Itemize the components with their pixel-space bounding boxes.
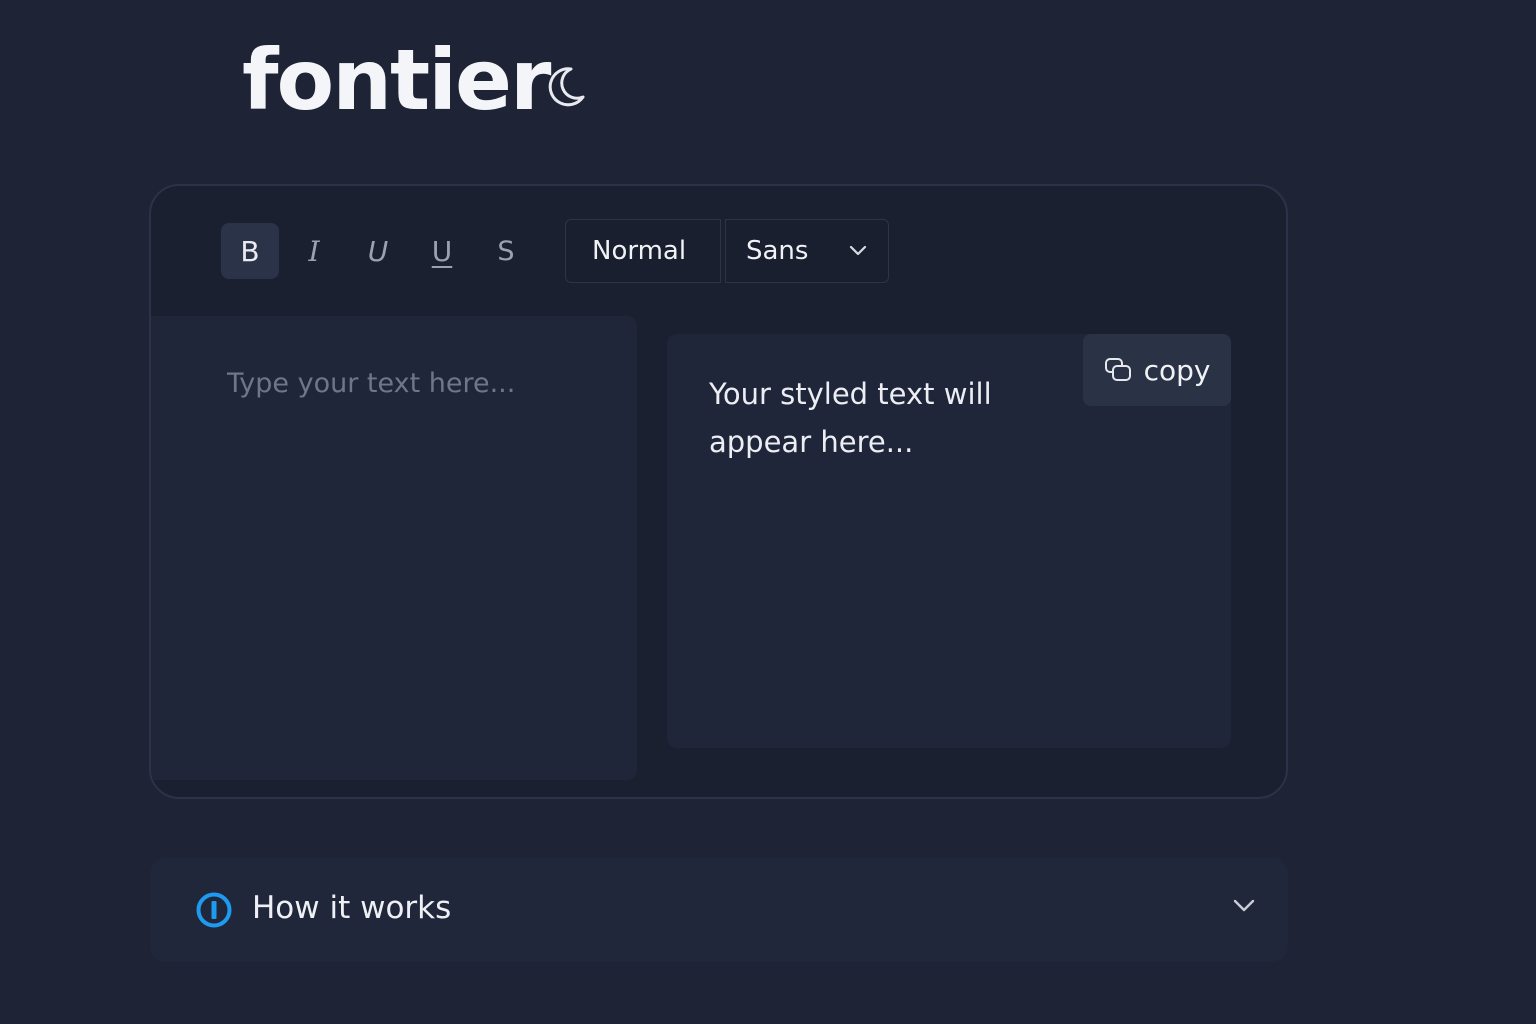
strikethrough-button[interactable]: S	[477, 223, 535, 279]
text-input-area[interactable]: Type your text here...	[151, 316, 637, 780]
size-select-value: Normal	[592, 236, 687, 266]
app-logo: fontier	[242, 31, 551, 129]
editor-card: B I U U S Normal Sans Type your text her…	[149, 184, 1288, 799]
bold-button[interactable]: B	[221, 223, 279, 279]
italic-button[interactable]: I	[285, 223, 343, 279]
theme-toggle-button[interactable]	[536, 58, 594, 116]
how-it-works-title: How it works	[252, 890, 452, 926]
input-placeholder: Type your text here...	[227, 368, 516, 399]
font-select-value: Sans	[746, 236, 809, 266]
copy-button[interactable]: copy	[1083, 334, 1231, 406]
info-icon	[196, 892, 232, 928]
output-placeholder: Your styled text will appear here...	[709, 377, 992, 459]
underline-button[interactable]: U	[413, 223, 471, 279]
styled-output-area: Your styled text will appear here... cop…	[667, 334, 1231, 748]
how-it-works-accordion[interactable]: How it works	[150, 858, 1288, 962]
font-select[interactable]: Sans	[725, 219, 889, 283]
formatting-toolbar: B I U U S Normal Sans	[221, 218, 889, 284]
chevron-down-icon	[849, 245, 867, 256]
size-select[interactable]: Normal	[565, 219, 721, 283]
italic-alt-button[interactable]: U	[349, 223, 407, 279]
copy-label: copy	[1143, 353, 1211, 387]
chevron-down-icon	[1233, 899, 1255, 912]
moon-icon	[548, 67, 585, 107]
page: fontier B I U U S Normal Sans Type your …	[0, 0, 1536, 1024]
copy-icon	[1104, 358, 1131, 381]
